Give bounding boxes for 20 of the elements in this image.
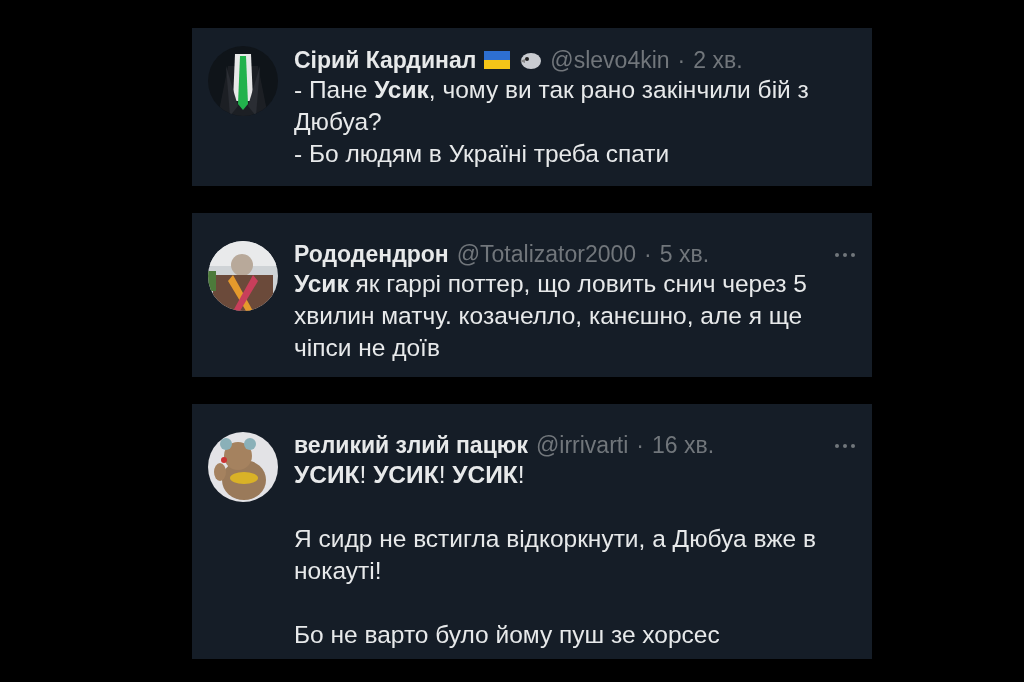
tweet-text: - Пане Усик, чому ви так рано закінчили бій з Дюбуа? - Бо людям в Україні треба спати xyxy=(294,75,810,169)
user-name[interactable]: Рододендрон xyxy=(294,241,449,268)
post-time: 5 хв. xyxy=(659,241,710,268)
user-handle[interactable]: @irrivarti xyxy=(535,432,629,459)
separator-dot: · xyxy=(644,241,652,268)
tweet-text: Усик як гаррі поттер, що ловить снич через 5 хвилин матчу. козачелло, канєшно, але я ще чіпси не доїв xyxy=(294,269,808,363)
user-name[interactable]: Сірий Кардинал xyxy=(294,46,477,74)
more-icon[interactable] xyxy=(834,251,856,258)
tweet-text: УСИК! УСИК! УСИК! xyxy=(294,460,526,490)
post-time: 2 хв. xyxy=(693,46,743,74)
separator-dot: · xyxy=(677,46,686,74)
tweet-text: Я сидр не встигла відкоркнути, а Дюбуа вже в нокауті! xyxy=(294,524,818,586)
user-name[interactable]: великий злий пацюк xyxy=(294,432,528,459)
separator-dot: · xyxy=(636,432,644,459)
post-time: 16 хв. xyxy=(651,432,715,459)
tweet-text: Бо не варто було йому пуш зе хорсес xyxy=(294,620,721,650)
user-handle[interactable]: @slevo4kin xyxy=(550,46,670,74)
more-icon[interactable] xyxy=(834,442,856,449)
flag-icon xyxy=(484,51,511,69)
user-handle[interactable]: @Totalizator2000 xyxy=(456,241,637,268)
